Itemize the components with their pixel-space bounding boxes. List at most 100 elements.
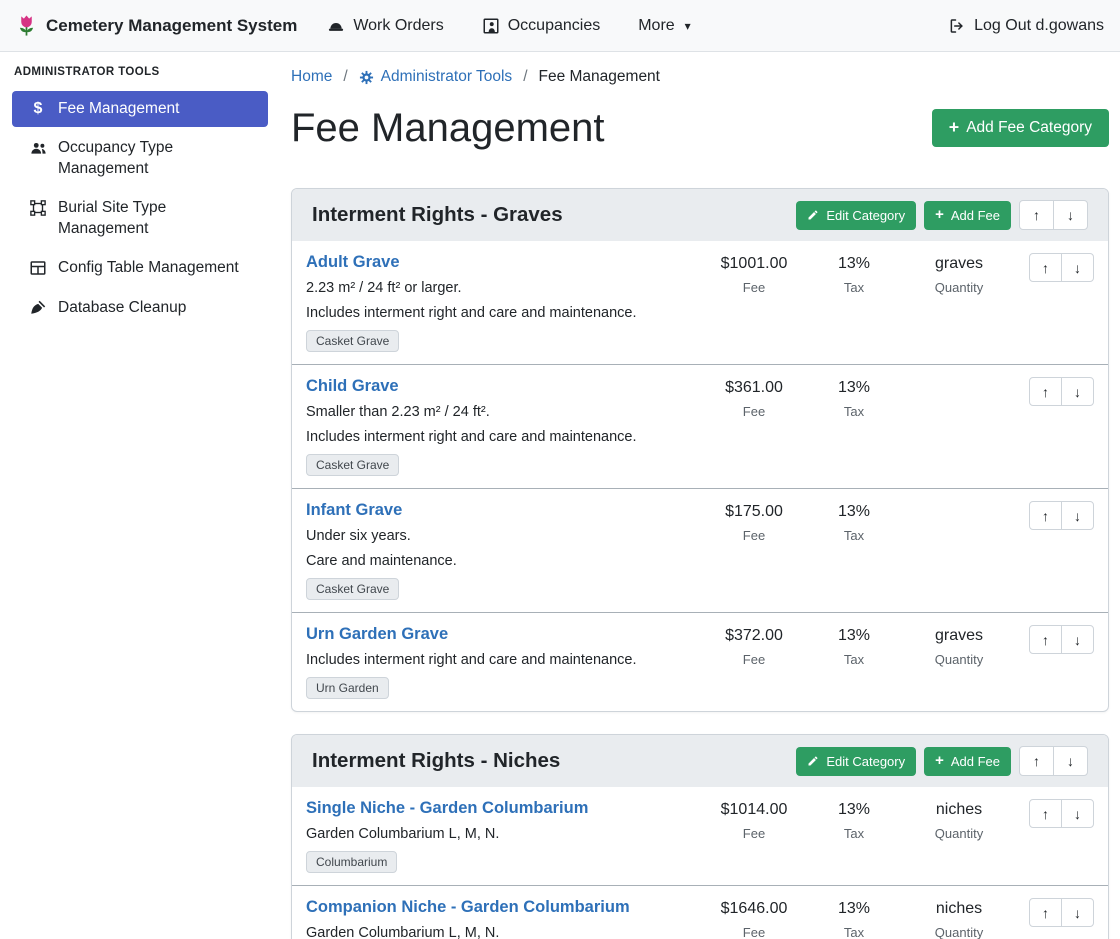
fee-row: Adult Grave 2.23 m² / 24 ft² or larger. … [292, 241, 1108, 364]
move-category-down-button[interactable]: ↓ [1053, 746, 1088, 776]
edit-category-button[interactable]: Edit Category [796, 201, 916, 230]
tax-value: 13% [804, 800, 904, 819]
fee-name-link[interactable]: Urn Garden Grave [306, 625, 448, 644]
fee-description: Includes interment right and care and ma… [306, 428, 696, 446]
category-reorder-buttons: ↑ ↓ [1019, 200, 1088, 230]
breadcrumb-separator: / [343, 66, 347, 88]
broom-icon [28, 298, 48, 317]
fee-row: Infant Grave Under six years. Care and m… [292, 488, 1108, 612]
users-icon [28, 138, 48, 157]
plus-icon: + [935, 754, 944, 769]
move-fee-down-button[interactable]: ↓ [1061, 799, 1094, 828]
up-arrow-icon: ↑ [1042, 905, 1049, 921]
fee-row: Child Grave Smaller than 2.23 m² / 24 ft… [292, 364, 1108, 488]
fee-amount-col: $1014.00 Fee [704, 799, 804, 841]
fee-name-link[interactable]: Child Grave [306, 377, 399, 396]
move-fee-down-button[interactable]: ↓ [1061, 625, 1094, 654]
sidebar-item-burial-site-type-management[interactable]: Burial Site Type Management [12, 190, 268, 247]
tax-value: 13% [804, 502, 904, 521]
move-fee-up-button[interactable]: ↑ [1029, 377, 1062, 406]
table-icon [28, 258, 48, 277]
move-category-up-button[interactable]: ↑ [1019, 746, 1054, 776]
fee-type-badge: Urn Garden [306, 677, 389, 699]
nav-item-occupancies[interactable]: Occupancies [482, 17, 601, 35]
plus-icon: + [949, 119, 959, 137]
breadcrumb-admin-tools-link[interactable]: Administrator Tools [359, 66, 513, 88]
tax-col: 13% Tax [804, 625, 904, 667]
fee-amount: $1014.00 [704, 800, 804, 819]
fee-description: Smaller than 2.23 m² / 24 ft². [306, 403, 696, 421]
quantity-col: niches Quantity [904, 898, 1014, 939]
nav-item-work-orders[interactable]: Work Orders [327, 17, 443, 35]
move-fee-down-button[interactable]: ↓ [1061, 501, 1094, 530]
quantity-col: niches Quantity [904, 799, 1014, 841]
down-arrow-icon: ↓ [1067, 207, 1074, 223]
fee-name-link[interactable]: Companion Niche - Garden Columbarium [306, 898, 630, 917]
down-arrow-icon: ↓ [1074, 260, 1081, 276]
fee-amount-label: Fee [704, 826, 804, 841]
quantity-label: Quantity [904, 652, 1014, 667]
fee-description: Garden Columbarium L, M, N. [306, 825, 696, 843]
up-arrow-icon: ↑ [1042, 384, 1049, 400]
tax-col: 13% Tax [804, 253, 904, 295]
fee-name-link[interactable]: Infant Grave [306, 501, 402, 520]
nav-item-more[interactable]: More ▾ [638, 17, 690, 35]
logout-link[interactable]: Log Out d.gowans [948, 17, 1104, 35]
fee-amount-col: $1646.00 Fee [704, 898, 804, 939]
add-fee-button[interactable]: + Add Fee [924, 747, 1011, 776]
move-fee-up-button[interactable]: ↑ [1029, 625, 1062, 654]
tax-value: 13% [804, 378, 904, 397]
fee-amount-col: $175.00 Fee [704, 501, 804, 543]
move-fee-down-button[interactable]: ↓ [1061, 898, 1094, 927]
fee-row: Companion Niche - Garden Columbarium Gar… [292, 885, 1108, 939]
fee-amount: $361.00 [704, 378, 804, 397]
move-fee-up-button[interactable]: ↑ [1029, 799, 1062, 828]
move-category-down-button[interactable]: ↓ [1053, 200, 1088, 230]
sidebar-item-occupancy-type-management[interactable]: Occupancy Type Management [12, 130, 268, 187]
fee-name-link[interactable]: Adult Grave [306, 253, 400, 272]
fee-name-link[interactable]: Single Niche - Garden Columbarium [306, 799, 588, 818]
fee-type-badge: Columbarium [306, 851, 397, 873]
move-fee-up-button[interactable]: ↑ [1029, 253, 1062, 282]
sidebar-item-database-cleanup[interactable]: Database Cleanup [12, 290, 268, 326]
move-fee-down-button[interactable]: ↓ [1061, 377, 1094, 406]
move-fee-up-button[interactable]: ↑ [1029, 898, 1062, 927]
fee-amount: $1646.00 [704, 899, 804, 918]
quantity-label: Quantity [904, 280, 1014, 295]
sidebar-item-fee-management[interactable]: $ Fee Management [12, 91, 268, 127]
tax-value: 13% [804, 626, 904, 645]
up-arrow-icon: ↑ [1042, 632, 1049, 648]
quantity-col: graves Quantity [904, 253, 1014, 295]
category-header: Interment Rights - Niches Edit Category … [292, 735, 1108, 787]
app-title: Cemetery Management System [46, 16, 297, 36]
quantity-col: graves Quantity [904, 625, 1014, 667]
move-fee-down-button[interactable]: ↓ [1061, 253, 1094, 282]
down-arrow-icon: ↓ [1074, 905, 1081, 921]
person-booth-icon [482, 17, 500, 35]
quantity-value: graves [904, 626, 1014, 645]
sidebar-item-config-table-management[interactable]: Config Table Management [12, 250, 268, 286]
fee-amount: $175.00 [704, 502, 804, 521]
fee-amount-label: Fee [704, 925, 804, 939]
sign-out-icon [948, 17, 966, 35]
vector-square-icon [28, 198, 48, 217]
add-fee-button[interactable]: + Add Fee [924, 201, 1011, 230]
move-fee-up-button[interactable]: ↑ [1029, 501, 1062, 530]
main-content: Home / Administrator Tool [280, 52, 1120, 939]
down-arrow-icon: ↓ [1074, 384, 1081, 400]
breadcrumb-home-link[interactable]: Home [291, 66, 332, 88]
category-card: Interment Rights - Graves Edit Category … [291, 188, 1109, 712]
tax-value: 13% [804, 254, 904, 273]
tax-label: Tax [804, 280, 904, 295]
category-reorder-buttons: ↑ ↓ [1019, 746, 1088, 776]
add-fee-category-button[interactable]: + Add Fee Category [932, 109, 1109, 147]
fee-type-badge: Casket Grave [306, 330, 399, 352]
category-title: Interment Rights - Niches [312, 749, 788, 773]
up-arrow-icon: ↑ [1042, 260, 1049, 276]
edit-category-button[interactable]: Edit Category [796, 747, 916, 776]
fee-amount: $372.00 [704, 626, 804, 645]
down-arrow-icon: ↓ [1074, 806, 1081, 822]
down-arrow-icon: ↓ [1067, 753, 1074, 769]
move-category-up-button[interactable]: ↑ [1019, 200, 1054, 230]
page-title: Fee Management [291, 104, 605, 152]
